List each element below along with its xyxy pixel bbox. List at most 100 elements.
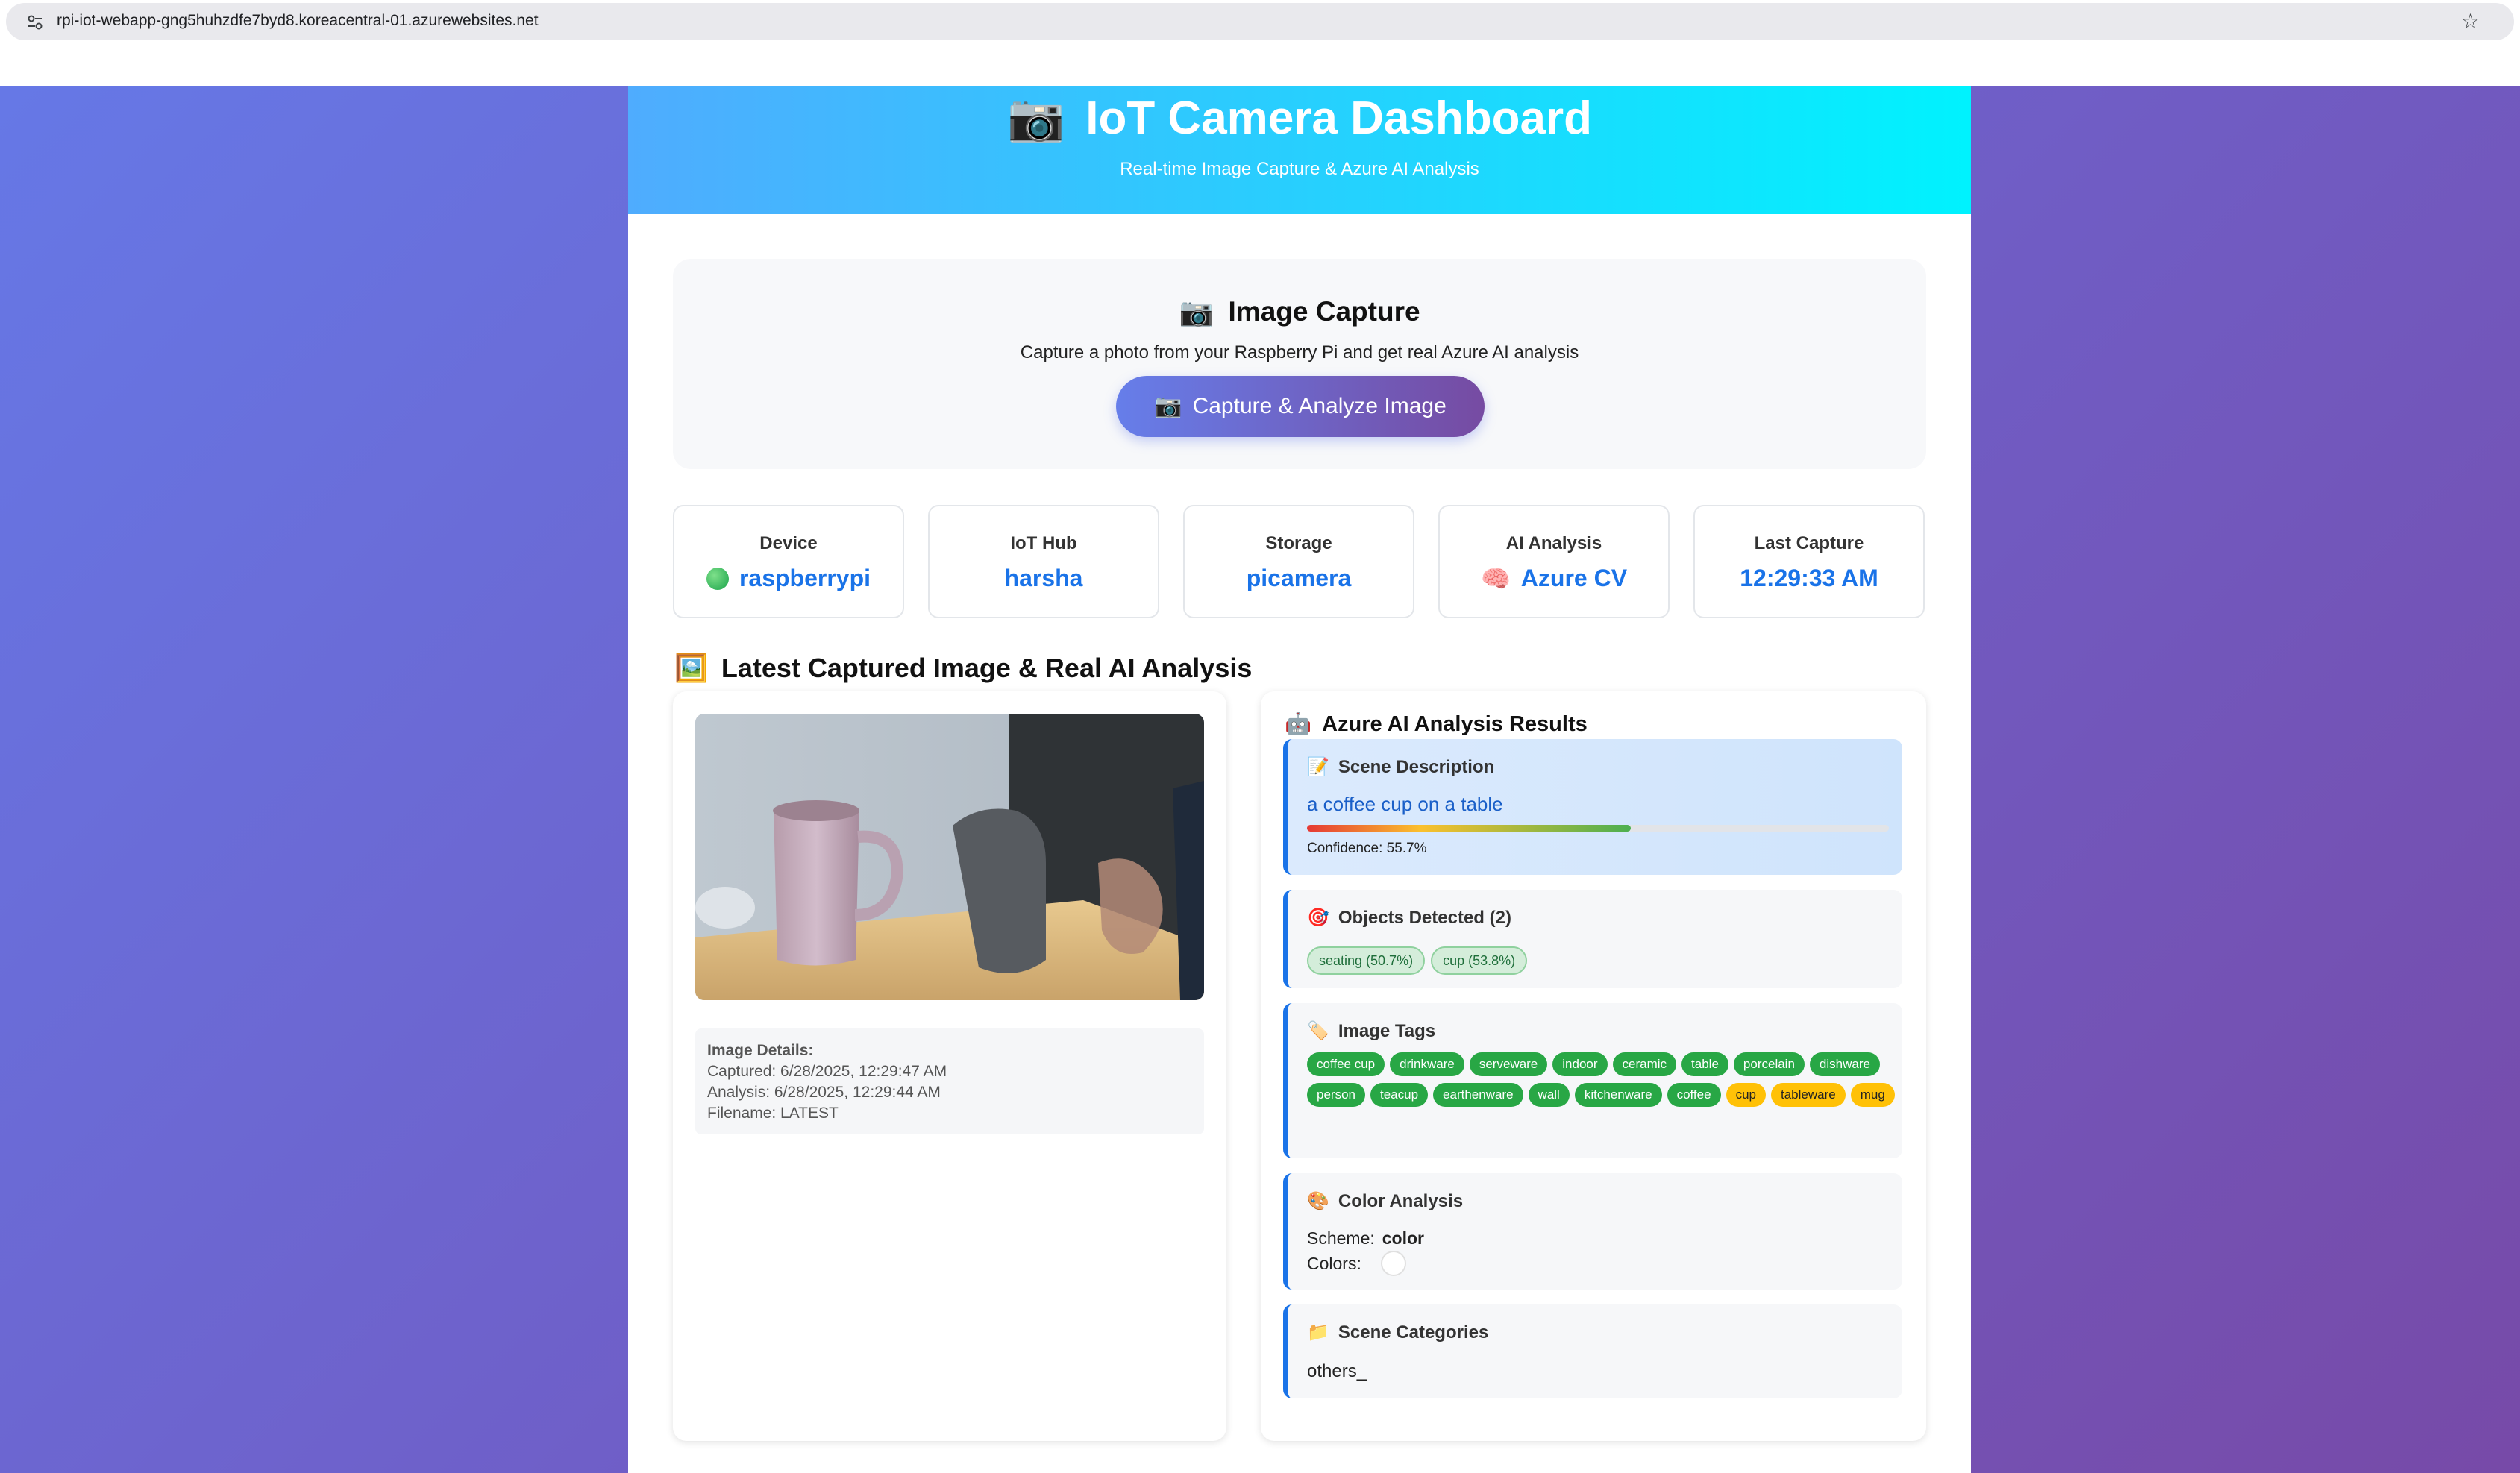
dashboard-container: 📷 IoT Camera Dashboard Real-time Image C… [628,86,1971,1473]
brain-icon: 🧠 [1480,565,1511,592]
palette-icon: 🎨 [1307,1191,1329,1211]
image-tag: indoor [1552,1052,1608,1076]
star-icon[interactable]: ☆ [2461,10,2480,33]
captured-image[interactable] [695,714,1204,1000]
panel-title: 📝 Scene Description [1307,757,1494,778]
iot-hub-name: harsha [1004,565,1083,591]
page-title: 📷 IoT Camera Dashboard [628,92,1971,145]
url-text[interactable]: rpi-iot-webapp-gng5huhzdfe7byd8.koreacen… [57,12,539,30]
panel-title: 🎨 Color Analysis [1307,1191,1463,1212]
ai-service-name: Azure CV [1520,565,1628,591]
image-tag-low-confidence: mug [1850,1083,1895,1107]
tag-list: coffee cup drinkware serveware indoor cerami… [1307,1052,1904,1107]
stat-label: Last Capture [1754,533,1864,553]
page-subtitle: Real-time Image Capture & Azure AI Analy… [1120,159,1479,179]
image-tag: serveware [1469,1052,1548,1076]
address-bar[interactable]: rpi-iot-webapp-gng5huhzdfe7byd8.koreacen… [6,3,2514,40]
label-tag-icon: 🏷️ [1307,1021,1329,1041]
camera-icon: 📷 [1179,296,1214,327]
colors-row: Colors: [1307,1251,1406,1276]
color-swatch [1380,1251,1406,1276]
stat-value: raspberrypi [674,565,903,592]
stat-card-last-capture: Last Capture 12:29:33 AM [1693,505,1925,618]
image-tag: earthenware [1433,1083,1523,1107]
object-chips: seating (50.7%) cup (53.8%) [1307,946,1896,975]
objects-detected-panel: 🎯 Objects Detected (2) seating (50.7%) cu… [1283,890,1902,988]
capture-button-label: Capture & Analyze Image [1192,394,1447,418]
image-tag: ceramic [1612,1052,1677,1076]
panel-title-text: Scene Description [1338,757,1495,777]
image-tag: coffee [1667,1083,1721,1107]
filename: Filename: LATEST [707,1105,839,1122]
analysis-results-card: 🤖 Azure AI Analysis Results 📝 Scene Desc… [1261,691,1926,1441]
capture-title: 📷 Image Capture [673,296,1926,327]
confidence-label: Confidence: 55.7% [1307,841,1427,856]
image-tag: kitchenware [1574,1083,1662,1107]
stat-card-iot-hub: IoT Hub harsha [928,505,1159,618]
capture-title-text: Image Capture [1228,296,1420,327]
stat-value: harsha [930,565,1158,592]
camera-icon: 📷 [1154,394,1182,418]
image-details-heading: Image Details: [707,1042,814,1059]
colors-label: Colors: [1307,1253,1361,1273]
folder-icon: 📁 [1307,1322,1329,1342]
section-title: 🖼️ Latest Captured Image & Real AI Analy… [674,653,1252,684]
stat-label: IoT Hub [1010,533,1077,553]
panel-title: 🎯 Objects Detected (2) [1307,908,1511,929]
stat-value: picamera [1185,565,1413,592]
stat-label: AI Analysis [1505,533,1602,553]
image-tag: porcelain [1733,1052,1805,1076]
stat-label: Storage [1265,533,1332,553]
site-info-icon[interactable] [27,15,43,30]
image-card: Image Details: Captured: 6/28/2025, 12:2… [673,691,1226,1441]
camera-icon: 📷 [1007,92,1065,144]
panel-title-text: Color Analysis [1338,1191,1464,1211]
image-tag: drinkware [1390,1052,1464,1076]
image-tag: dishware [1809,1052,1880,1076]
color-scheme: Scheme: color [1307,1228,1424,1249]
panel-title: 📁 Scene Categories [1307,1322,1488,1343]
object-chip: seating (50.7%) [1307,946,1426,975]
section-title-text: Latest Captured Image & Real AI Analysis [721,653,1253,683]
image-tag: table [1681,1052,1728,1076]
green-status-dot-icon [706,567,729,590]
page-title-text: IoT Camera Dashboard [1085,92,1592,144]
scene-description-text: a coffee cup on a table [1307,793,1503,815]
image-tags-panel: 🏷️ Image Tags coffee cup drinkware servewa… [1283,1003,1902,1158]
stat-card-ai-analysis: AI Analysis 🧠 Azure CV [1438,505,1670,618]
scheme-label: Scheme: [1307,1228,1375,1248]
panel-title-text: Scene Categories [1338,1322,1489,1342]
browser-chrome: rpi-iot-webapp-gng5huhzdfe7byd8.koreacen… [0,0,2520,86]
last-capture-time: 12:29:33 AM [1740,565,1878,591]
captured-photo-drawing [695,714,1204,1000]
robot-icon: 🤖 [1285,712,1312,736]
scene-description-panel: 📝 Scene Description a coffee cup on a ta… [1283,739,1902,875]
stat-card-storage: Storage picamera [1183,505,1414,618]
image-tag: person [1307,1083,1365,1107]
storage-name: picamera [1246,565,1352,591]
capture-analyze-button[interactable]: 📷 Capture & Analyze Image [1116,376,1485,437]
panel-title: 🏷️ Image Tags [1307,1021,1435,1042]
results-title-text: Azure AI Analysis Results [1322,712,1587,736]
image-tag-low-confidence: cup [1726,1083,1766,1107]
image-tag: coffee cup [1307,1052,1385,1076]
analysis-timestamp: Analysis: 6/28/2025, 12:29:44 AM [707,1084,941,1101]
color-analysis-panel: 🎨 Color Analysis Scheme: color Colors: [1283,1173,1902,1290]
category-value: others_ [1307,1361,1367,1381]
stat-card-device: Device raspberrypi [673,505,904,618]
object-chip: cup (53.8%) [1431,946,1528,975]
capture-section: 📷 Image Capture Capture a photo from you… [673,259,1926,469]
confidence-bar-fill [1307,825,1632,832]
memo-icon: 📝 [1307,757,1329,777]
results-title: 🤖 Azure AI Analysis Results [1285,712,1587,737]
scheme-value: color [1382,1228,1424,1248]
panel-title-text: Objects Detected (2) [1338,908,1511,928]
scene-categories-panel: 📁 Scene Categories others_ [1283,1304,1902,1398]
dashboard-header: 📷 IoT Camera Dashboard Real-time Image C… [628,86,1971,214]
image-details: Image Details: Captured: 6/28/2025, 12:2… [695,1028,1204,1134]
device-name: raspberrypi [739,565,871,591]
stat-label: Device [759,533,818,553]
stat-value: 🧠 Azure CV [1440,565,1668,592]
framed-picture-icon: 🖼️ [674,653,708,683]
image-tag-low-confidence: tableware [1771,1083,1846,1107]
